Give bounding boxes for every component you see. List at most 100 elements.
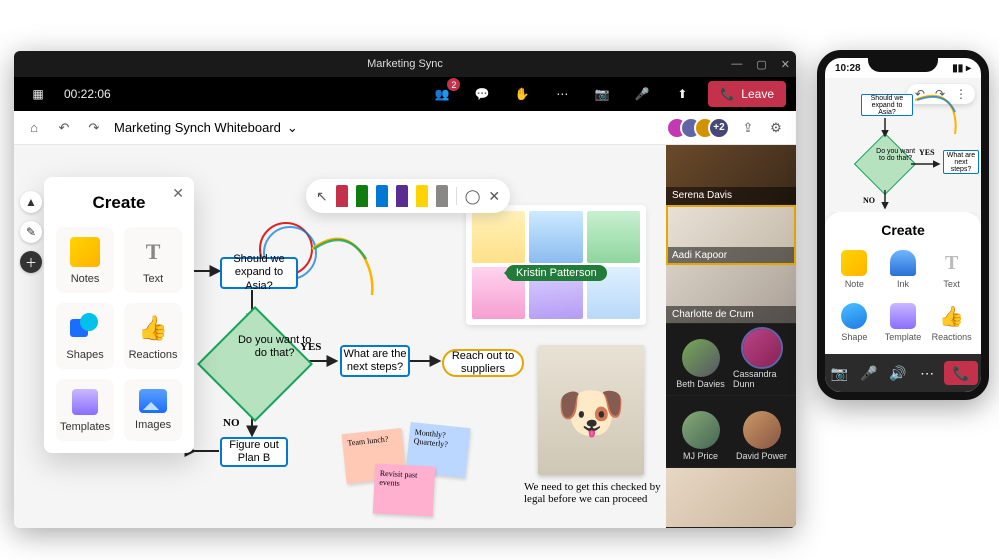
pen-red[interactable] [336, 185, 348, 207]
avatar-tile[interactable]: Beth Davies [672, 339, 729, 389]
phone-create-heading: Create [833, 222, 973, 238]
mic-toggle-button[interactable]: 🎤 [628, 82, 656, 106]
avatar-tile[interactable]: MJ Price [672, 411, 729, 461]
people-badge: 2 [447, 78, 460, 91]
video-tile-pair: Beth Davies Cassandra Dunn [666, 324, 796, 396]
phone-create-text[interactable]: T Text [930, 246, 973, 293]
window-minimize-button[interactable]: — [731, 58, 742, 70]
create-templates-button[interactable]: Templates [56, 379, 114, 441]
reactions-icon: 👍 [138, 313, 168, 343]
whiteboard-canvas[interactable]: ▲ ✎ ＋ ✕ Create Notes T Text [14, 145, 666, 528]
video-tile-active-speaker[interactable]: Aadi Kapoor [666, 205, 796, 265]
swatch[interactable] [472, 211, 525, 263]
flow-label-yes: YES [300, 341, 321, 353]
phone-flow-decision[interactable]: Do you want to do that? [854, 133, 916, 195]
select-tool-button[interactable]: ▲ [20, 191, 42, 213]
pen-purple[interactable] [396, 185, 408, 207]
phone-mic-button[interactable]: 🎤 [857, 361, 881, 385]
settings-button[interactable]: ⚙ [766, 120, 786, 136]
add-content-button[interactable]: ＋ [20, 251, 42, 273]
lasso-tool[interactable]: ◯ [465, 188, 481, 205]
pen-blue[interactable] [376, 185, 388, 207]
video-tile[interactable]: Charlotte de Crum [666, 265, 796, 325]
phone-redo-button[interactable]: ↷ [935, 87, 945, 101]
canvas-tool-rail: ▲ ✎ ＋ [20, 191, 42, 273]
redo-button[interactable]: ↷ [84, 120, 104, 136]
phone-create-reactions[interactable]: 👍 Reactions [930, 299, 973, 346]
create-images-button[interactable]: Images [124, 379, 182, 441]
phone-camera-button[interactable]: 📷 [828, 361, 852, 385]
chat-button[interactable]: 💬 [468, 82, 496, 106]
undo-button[interactable]: ↶ [54, 120, 74, 136]
image-caption: We need to get this checked by legal bef… [524, 481, 666, 505]
phone-speaker-button[interactable]: 🔊 [886, 361, 910, 385]
phone-create-template[interactable]: Template [882, 299, 925, 346]
phone-flow-no: NO [863, 196, 875, 205]
chevron-down-icon: ⌄ [287, 120, 298, 136]
leave-call-button[interactable]: 📞 Leave [708, 81, 786, 107]
create-notes-button[interactable]: Notes [56, 227, 114, 293]
live-cursor-label: Kristin Patterson [506, 265, 607, 281]
pen-highlighter[interactable] [416, 185, 428, 207]
share-screen-button[interactable]: ⬆ [668, 82, 696, 106]
create-text-button[interactable]: T Text [124, 227, 182, 293]
close-pen-toolbar[interactable]: ✕ [488, 188, 500, 205]
phone-hangup-button[interactable]: 📞 [944, 361, 978, 385]
flow-node-expand-asia[interactable]: Should we expand to Asia? [220, 257, 298, 289]
create-panel: ✕ Create Notes T Text Shapes [44, 177, 194, 453]
flow-label-no: NO [223, 417, 240, 429]
pen-tool-button[interactable]: ✎ [20, 221, 42, 243]
phone-undo-button[interactable]: ↶ [915, 87, 925, 101]
avatar-tile[interactable]: Cassandra Dunn [733, 329, 790, 389]
phone-more-button[interactable]: ⋯ [915, 361, 939, 385]
avatar-tile[interactable]: David Power [733, 411, 790, 461]
phone-call-toolbar: 📷 🎤 🔊 ⋯ 📞 [825, 354, 981, 392]
pointer-tool[interactable]: ↖ [316, 188, 328, 205]
pen-green[interactable] [356, 185, 368, 207]
window-maximize-button[interactable]: ▢ [756, 58, 766, 71]
phone-create-ink[interactable]: Ink [882, 246, 925, 293]
create-reactions-button[interactable]: 👍 Reactions [124, 303, 182, 369]
more-actions-button[interactable]: ⋯ [548, 82, 576, 106]
close-panel-button[interactable]: ✕ [172, 185, 184, 202]
shapes-icon [70, 313, 100, 343]
template-icon [890, 303, 916, 329]
whiteboard-title-dropdown[interactable]: Marketing Synch Whiteboard ⌄ [114, 120, 298, 136]
phone-whiteboard-canvas[interactable]: ↶ ↷ ⋮ Should we expand to Asia? Do you w… [825, 78, 981, 212]
flow-node-plan-b[interactable]: Figure out Plan B [220, 437, 288, 467]
video-tile[interactable]: Serena Davis [666, 145, 796, 205]
window-titlebar: Marketing Sync — ▢ ✕ [14, 51, 796, 77]
text-icon: T [138, 237, 168, 267]
flow-node-next-steps[interactable]: What are the next steps? [340, 345, 410, 377]
window-close-button[interactable]: ✕ [781, 58, 790, 71]
pen-eraser[interactable] [436, 185, 448, 207]
pen-toolbar: ↖ ◯ ✕ [306, 179, 510, 213]
flow-node-decision[interactable]: Do you want to do that? [214, 323, 296, 405]
note-icon [841, 250, 867, 276]
sticky-note[interactable]: Revisit past events [373, 463, 436, 516]
phone-flow-node[interactable]: Should we expand to Asia? [861, 94, 913, 116]
phone-flow-next[interactable]: What are next steps? [943, 150, 979, 174]
flow-node-reach-out[interactable]: Reach out to suppliers [442, 349, 524, 377]
video-tile-self[interactable] [666, 468, 796, 528]
people-button[interactable]: 👥 2 [428, 82, 456, 106]
inserted-image[interactable] [538, 345, 644, 475]
reactions-button[interactable]: ✋ [508, 82, 536, 106]
home-button[interactable]: ⌂ [24, 120, 44, 135]
meeting-toolbar: ▦ 00:22:06 👥 2 💬 ✋ ⋯ 📷 🎤 ⬆ 📞 Leave [14, 77, 796, 111]
phone-create-shape[interactable]: Shape [833, 299, 876, 346]
swatch[interactable] [529, 211, 582, 263]
share-button[interactable]: ⇪ [738, 120, 758, 136]
phone-clock: 10:28 [835, 63, 861, 74]
create-shapes-button[interactable]: Shapes [56, 303, 114, 369]
call-timer: 00:22:06 [64, 87, 111, 101]
phone-create-note[interactable]: Note [833, 246, 876, 293]
camera-toggle-button[interactable]: 📷 [588, 82, 616, 106]
gallery-view-button[interactable]: ▦ [24, 82, 52, 106]
swatch[interactable] [587, 211, 640, 263]
main-content-row: ▲ ✎ ＋ ✕ Create Notes T Text [14, 145, 796, 528]
ink-icon [890, 250, 916, 276]
notes-icon [70, 237, 100, 267]
presence-avatar-stack[interactable]: +2 [674, 117, 730, 139]
phone-more-button[interactable]: ⋮ [955, 87, 967, 101]
